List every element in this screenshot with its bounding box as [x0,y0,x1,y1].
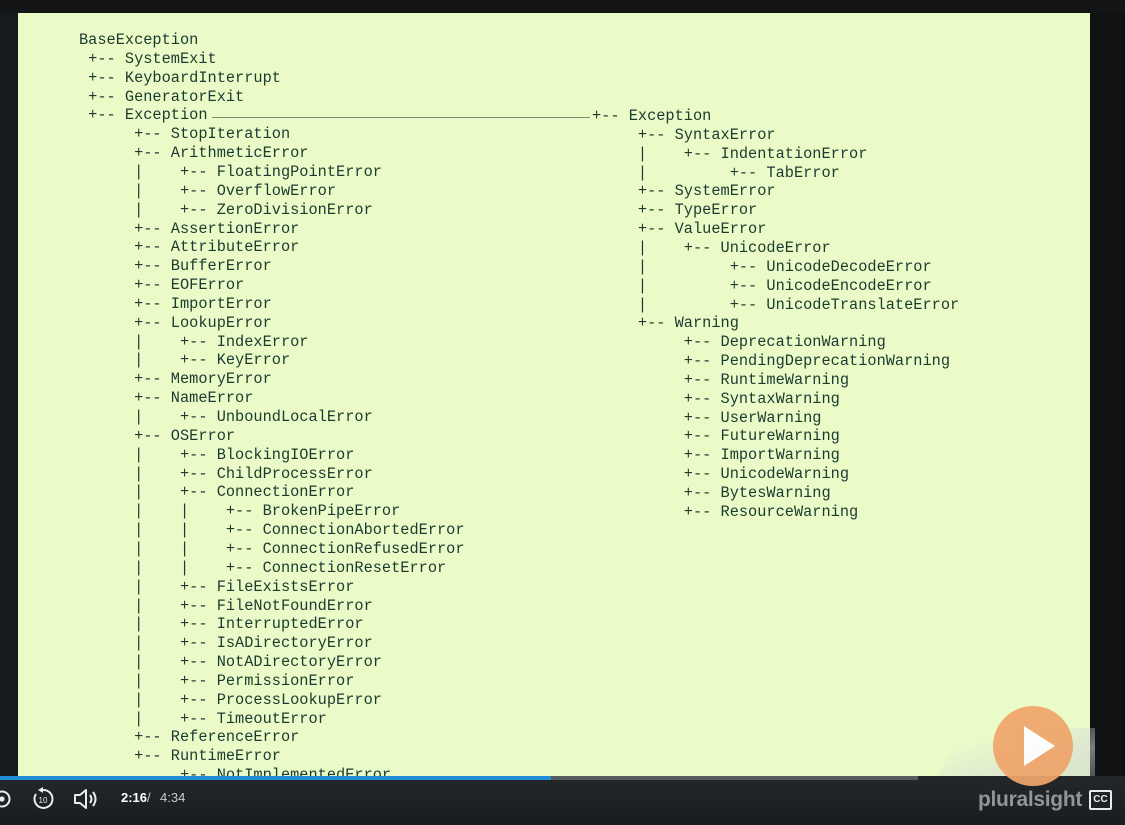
tree-line-right-21: +-- ResourceWarning [592,502,859,521]
tree-line-left-27: | | +-- ConnectionRefusedError [79,539,465,558]
tree-line-right-11: +-- Warning [592,314,739,333]
tree-line-left-32: | +-- IsADirectoryError [79,634,373,653]
top-bar [0,0,1125,13]
connector-line [212,117,590,118]
tree-line-left-10: +-- AssertionError [79,219,300,238]
tree-line-left-16: | +-- IndexError [79,332,309,351]
tree-line-right-5: +-- TypeError [592,201,758,220]
tree-line-left-26: | | +-- ConnectionAbortedError [79,521,465,540]
tree-line-left-34: | +-- PermissionError [79,671,355,690]
time-total: 4:34 [160,790,186,805]
tree-line-left-28: | | +-- ConnectionResetError [79,558,447,577]
tree-line-right-16: +-- UserWarning [592,408,822,427]
tree-line-right-4: +-- SystemError [592,182,776,201]
tree-line-left-23: | +-- ChildProcessError [79,464,373,483]
tree-line-left-33: | +-- NotADirectoryError [79,653,382,672]
tree-line-left-19: +-- NameError [79,389,254,408]
pluralsight-logo: pluralsight [978,788,1083,811]
tree-line-right-3: | +-- TabError [592,163,840,182]
tree-line-left-31: | +-- InterruptedError [79,615,364,634]
tree-line-left-35: | +-- ProcessLookupError [79,690,382,709]
rewind-10-icon[interactable]: 10 [30,786,56,812]
side-strip [1090,13,1125,780]
tree-line-right-9: | +-- UnicodeEncodeError [592,276,932,295]
tree-line-right-8: | +-- UnicodeDecodeError [592,257,932,276]
tree-line-right-0: +-- Exception [592,107,712,125]
play-button[interactable] [993,706,1073,786]
play-icon [1024,726,1055,766]
tree-line-right-15: +-- SyntaxWarning [592,389,840,408]
tree-line-left-14: +-- ImportError [79,294,272,313]
tree-line-left-22: | +-- BlockingIOError [79,445,355,464]
tree-line-left-37: +-- ReferenceError [79,728,300,747]
tree-line-right-1: +-- SyntaxError [592,125,776,144]
rewind-seconds-label: 10 [39,796,48,805]
tree-line-left-5: +-- StopIteration [79,125,291,144]
tree-line-right-19: +-- UnicodeWarning [592,465,850,484]
tree-line-left-15: +-- LookupError [79,313,272,332]
tree-line-left-21: +-- OSError [79,426,236,445]
slide-content: BaseException +-- SystemExit +-- Keyboar… [18,13,1090,780]
tree-line-left-38: +-- RuntimeError [79,747,281,766]
tree-line-left-13: +-- EOFError [79,276,245,295]
tree-line-right-17: +-- FutureWarning [592,427,840,446]
tree-line-right-12: +-- DeprecationWarning [592,333,886,352]
tree-line-right-7: | +-- UnicodeError [592,238,831,257]
tree-line-left-8: | +-- OverflowError [79,181,337,200]
tree-line-right-20: +-- BytesWarning [592,484,831,502]
tree-line-right-2: | +-- IndentationError [592,144,868,163]
tree-line-left-0: BaseException [79,31,199,49]
tree-line-left-7: | +-- FloatingPointError [79,162,382,181]
tree-line-left-4: +-- Exception [79,106,208,125]
tree-line-right-10: | +-- UnicodeTranslateError [592,295,960,314]
tree-line-left-17: | +-- KeyError [79,351,291,370]
tree-line-left-24: | +-- ConnectionError [79,483,355,502]
time-current: 2:16 [121,790,148,805]
tree-line-right-13: +-- PendingDeprecationWarning [592,352,951,371]
tree-line-left-12: +-- BufferError [79,257,272,276]
tree-line-left-2: +-- KeyboardInterrupt [79,68,281,87]
tree-line-left-18: +-- MemoryError [79,370,272,389]
time-separator: / [147,790,151,805]
tree-line-left-9: | +-- ZeroDivisionError [79,200,373,219]
closed-captions-button[interactable]: CC [1089,790,1112,810]
tree-line-left-1: +-- SystemExit [79,49,217,68]
tree-line-right-14: +-- RuntimeWarning [592,370,850,389]
tree-line-right-18: +-- ImportWarning [592,446,840,465]
tree-line-left-20: | +-- UnboundLocalError [79,408,373,426]
tree-line-left-3: +-- GeneratorExit [79,87,245,106]
progress-fill [0,776,551,780]
tree-line-right-6: +-- ValueError [592,220,767,239]
tree-line-left-11: +-- AttributeError [79,238,300,257]
volume-icon[interactable] [72,786,100,812]
tree-line-left-25: | | +-- BrokenPipeError [79,502,401,521]
settings-icon[interactable] [0,789,12,809]
tree-line-left-29: | +-- FileExistsError [79,577,355,596]
tree-line-left-36: | +-- TimeoutError [79,709,327,728]
tree-line-left-30: | +-- FileNotFoundError [79,596,373,615]
tree-line-left-6: +-- ArithmeticError [79,144,309,163]
